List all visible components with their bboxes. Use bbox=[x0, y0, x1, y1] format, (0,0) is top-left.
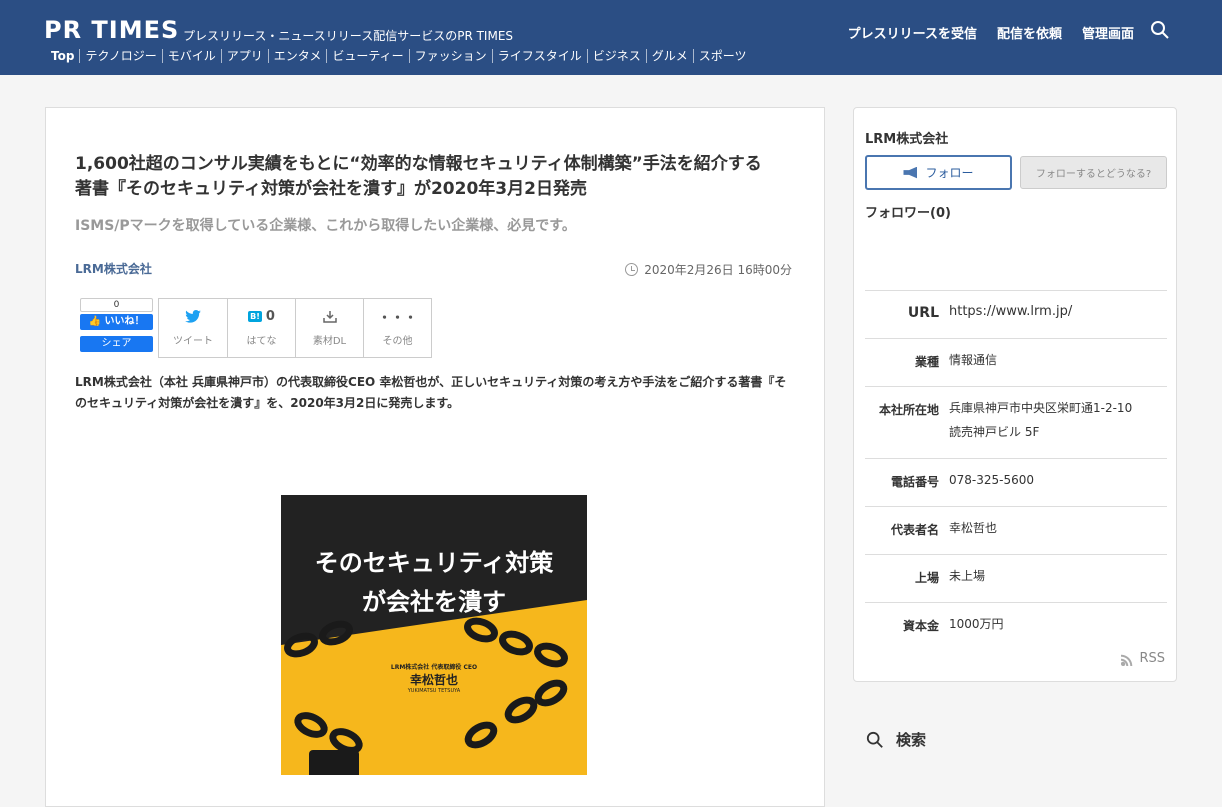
company-sidebar: LRM株式会社 フォロー フォローするとどうなる? フォロワー(0) URL h… bbox=[853, 107, 1177, 682]
rss-icon bbox=[1121, 651, 1136, 666]
facebook-like-count: 0 bbox=[80, 298, 153, 312]
company-url-link[interactable]: https://www.lrm.jp/ bbox=[949, 300, 1167, 324]
cat-sports[interactable]: スポーツ bbox=[692, 49, 752, 63]
site-header: PR TIMES プレスリリース・ニュースリリース配信サービスのPR TIMES… bbox=[0, 0, 1222, 75]
followers-count: フォロワー(0) bbox=[865, 206, 951, 221]
info-row-capital: 資本金 1000万円 bbox=[865, 602, 1167, 650]
facebook-widget: 0 👍 いいね！ シェア bbox=[80, 298, 153, 356]
cat-app[interactable]: アプリ bbox=[220, 49, 268, 63]
info-row-phone: 電話番号 078-325-5600 bbox=[865, 458, 1167, 506]
search-icon bbox=[866, 731, 883, 748]
site-tagline: プレスリリース・ニュースリリース配信サービスのPR TIMES bbox=[183, 29, 514, 43]
info-value: 未上場 bbox=[949, 569, 986, 583]
search-heading-label: 検索 bbox=[896, 731, 927, 749]
rss-link[interactable]: RSS bbox=[1121, 651, 1165, 666]
cat-gourmet[interactable]: グルメ bbox=[645, 49, 693, 63]
book-cover-background bbox=[281, 495, 587, 775]
cat-fashion[interactable]: ファッション bbox=[408, 49, 492, 63]
info-label: 電話番号 bbox=[890, 475, 939, 489]
tweet-label: ツイート bbox=[173, 335, 213, 347]
sidebar-search-heading: 検索 bbox=[866, 729, 926, 750]
article-date-text: 2020年2月26日 16時00分 bbox=[644, 263, 792, 277]
facebook-share-button[interactable]: シェア bbox=[80, 336, 153, 352]
megaphone-icon bbox=[903, 166, 918, 179]
cat-lifestyle[interactable]: ライフスタイル bbox=[491, 49, 587, 63]
hatena-bookmark-icon: B! bbox=[248, 311, 262, 322]
info-value: 情報通信 bbox=[949, 353, 998, 367]
cat-mobile[interactable]: モバイル bbox=[161, 49, 221, 63]
company-info-table: URL https://www.lrm.jp/ 業種 情報通信 本社所在地 兵庫… bbox=[865, 290, 1167, 650]
download-icon bbox=[322, 310, 337, 324]
info-row-industry: 業種 情報通信 bbox=[865, 338, 1167, 386]
article-date: 2020年2月26日 16時00分 bbox=[625, 261, 792, 278]
download-button[interactable]: 素材DL bbox=[295, 299, 363, 357]
follow-button[interactable]: フォロー bbox=[865, 155, 1012, 190]
info-row-url: URL https://www.lrm.jp/ bbox=[865, 290, 1167, 338]
sidebar-company-name[interactable]: LRM株式会社 bbox=[865, 128, 948, 147]
hatena-count: 0 bbox=[265, 309, 275, 324]
search-icon[interactable] bbox=[1150, 20, 1170, 40]
article-card: 1,600社超のコンサル実績をもとに“効率的な情報セキュリティ体制構築”手法を紹… bbox=[45, 107, 825, 807]
info-label: 上場 bbox=[914, 571, 939, 585]
book-title-line2: が会社を潰す bbox=[362, 588, 506, 616]
article-lead: LRM株式会社（本社 兵庫県神戸市）の代表取締役CEO 幸松哲也が、正しいセキュ… bbox=[75, 375, 787, 410]
hatena-label: はてな bbox=[246, 335, 277, 347]
hatena-button[interactable]: B! 0 はてな bbox=[227, 299, 295, 357]
more-button[interactable]: ・・・ その他 bbox=[363, 299, 431, 357]
info-value: 078-325-5600 bbox=[949, 473, 1035, 487]
more-label: その他 bbox=[382, 335, 413, 347]
info-label: 本社所在地 bbox=[878, 403, 939, 417]
info-label: 業種 bbox=[914, 355, 939, 369]
twitter-icon bbox=[185, 310, 201, 324]
cat-top[interactable]: Top bbox=[46, 49, 79, 63]
book-author-name: 幸松哲也 bbox=[409, 673, 458, 687]
clock-icon bbox=[625, 263, 639, 276]
article-subtitle: ISMS/Pマークを取得している企業様、これから取得したい企業様、必見です。 bbox=[75, 218, 576, 234]
info-row-representative: 代表者名 幸松哲也 bbox=[865, 506, 1167, 554]
facebook-like-label: いいね！ bbox=[104, 316, 145, 327]
more-dots-icon: ・・・ bbox=[377, 311, 417, 326]
info-label: 代表者名 bbox=[890, 523, 939, 537]
facebook-like-button[interactable]: 👍 いいね！ bbox=[80, 314, 153, 330]
download-label: 素材DL bbox=[312, 335, 347, 347]
info-label: 資本金 bbox=[902, 619, 939, 633]
info-row-address: 本社所在地 兵庫県神戸市中央区栄町通1-2-10 読売神戸ビル 5F bbox=[865, 386, 1167, 458]
site-logo[interactable]: PR TIMES bbox=[44, 16, 179, 44]
cat-beauty[interactable]: ビューティー bbox=[326, 49, 408, 63]
article-title: 1,600社超のコンサル実績をもとに“効率的な情報セキュリティ体制構築”手法を紹… bbox=[75, 154, 762, 199]
tweet-button[interactable]: ツイート bbox=[159, 299, 227, 357]
nav-receive-press[interactable]: プレスリリースを受信 bbox=[848, 23, 977, 42]
book-cover-image: そのセキュリティ対策 が会社を潰す LRM株式会社 代表取締役 CEO 幸松哲也… bbox=[281, 495, 587, 775]
category-nav: Top テクノロジー モバイル アプリ エンタメ ビューティー ファッション ラ… bbox=[46, 49, 752, 63]
info-value: 幸松哲也 bbox=[949, 521, 998, 535]
cat-business[interactable]: ビジネス bbox=[586, 49, 646, 63]
info-value: 1000万円 bbox=[949, 617, 1004, 631]
nav-request-distribution[interactable]: 配信を依頼 bbox=[997, 23, 1062, 42]
info-label: URL bbox=[907, 305, 939, 321]
share-buttons: ツイート B! 0 はてな 素材DL ・・・ その他 bbox=[158, 298, 432, 358]
cat-entertainment[interactable]: エンタメ bbox=[267, 49, 327, 63]
book-author-role: LRM株式会社 代表取締役 CEO bbox=[390, 664, 478, 671]
article-company-link[interactable]: LRM株式会社 bbox=[75, 260, 152, 277]
share-bar: 0 👍 いいね！ シェア ツイート B! 0 はてな 素材DL ・・・ その他 bbox=[80, 298, 432, 358]
info-value: 兵庫県神戸市中央区栄町通1-2-10 読売神戸ビル 5F bbox=[949, 401, 1133, 439]
book-title-line1: そのセキュリティ対策 bbox=[314, 549, 554, 577]
book-author-roman: YUKIMATSU TETSUYA bbox=[407, 688, 461, 694]
rss-label: RSS bbox=[1139, 651, 1165, 666]
cat-technology[interactable]: テクノロジー bbox=[79, 49, 161, 63]
follow-help-button[interactable]: フォローするとどうなる? bbox=[1020, 156, 1167, 189]
nav-admin[interactable]: 管理画面 bbox=[1082, 23, 1134, 42]
follow-label: フォロー bbox=[925, 166, 974, 180]
top-nav: プレスリリースを受信 配信を依頼 管理画面 bbox=[848, 23, 1134, 42]
info-row-listing: 上場 未上場 bbox=[865, 554, 1167, 602]
